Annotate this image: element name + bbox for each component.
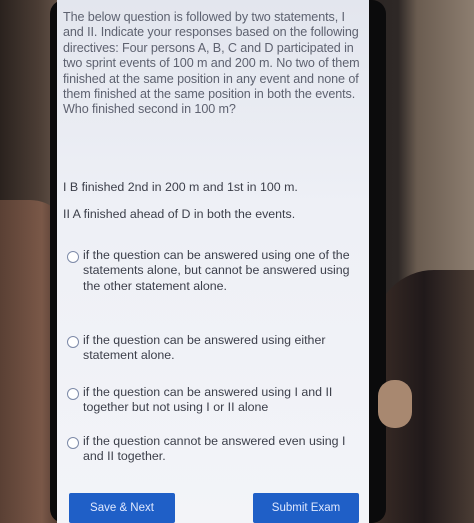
answer-option-1[interactable]: if the question can be answered using on… [67, 248, 363, 294]
answer-option-4[interactable]: if the question cannot be answered even … [67, 434, 363, 465]
radio-circle-icon[interactable] [67, 388, 79, 400]
photo-scene: The below question is followed by two st… [0, 0, 474, 523]
submit-exam-button[interactable]: Submit Exam [253, 493, 359, 523]
question-text: The below question is followed by two st… [63, 10, 360, 117]
radio-circle-icon[interactable] [67, 251, 79, 263]
answer-option-3[interactable]: if the question can be answered using I … [67, 385, 363, 416]
save-next-button[interactable]: Save & Next [69, 493, 175, 523]
finger [378, 380, 412, 428]
radio-circle-icon[interactable] [67, 437, 79, 449]
answer-option-label: if the question can be answered using on… [83, 248, 350, 293]
answer-option-label: if the question can be answered using ei… [83, 333, 326, 363]
radio-circle-icon[interactable] [67, 336, 79, 348]
answer-option-2[interactable]: if the question can be answered using ei… [67, 333, 363, 364]
answer-option-label: if the question cannot be answered even … [83, 434, 346, 464]
answer-option-label: if the question can be answered using I … [83, 385, 333, 415]
phone-screen: The below question is followed by two st… [57, 0, 369, 523]
statement-2: II A finished ahead of D in both the eve… [63, 207, 296, 221]
statement-1: I B finished 2nd in 200 m and 1st in 100… [63, 180, 298, 194]
